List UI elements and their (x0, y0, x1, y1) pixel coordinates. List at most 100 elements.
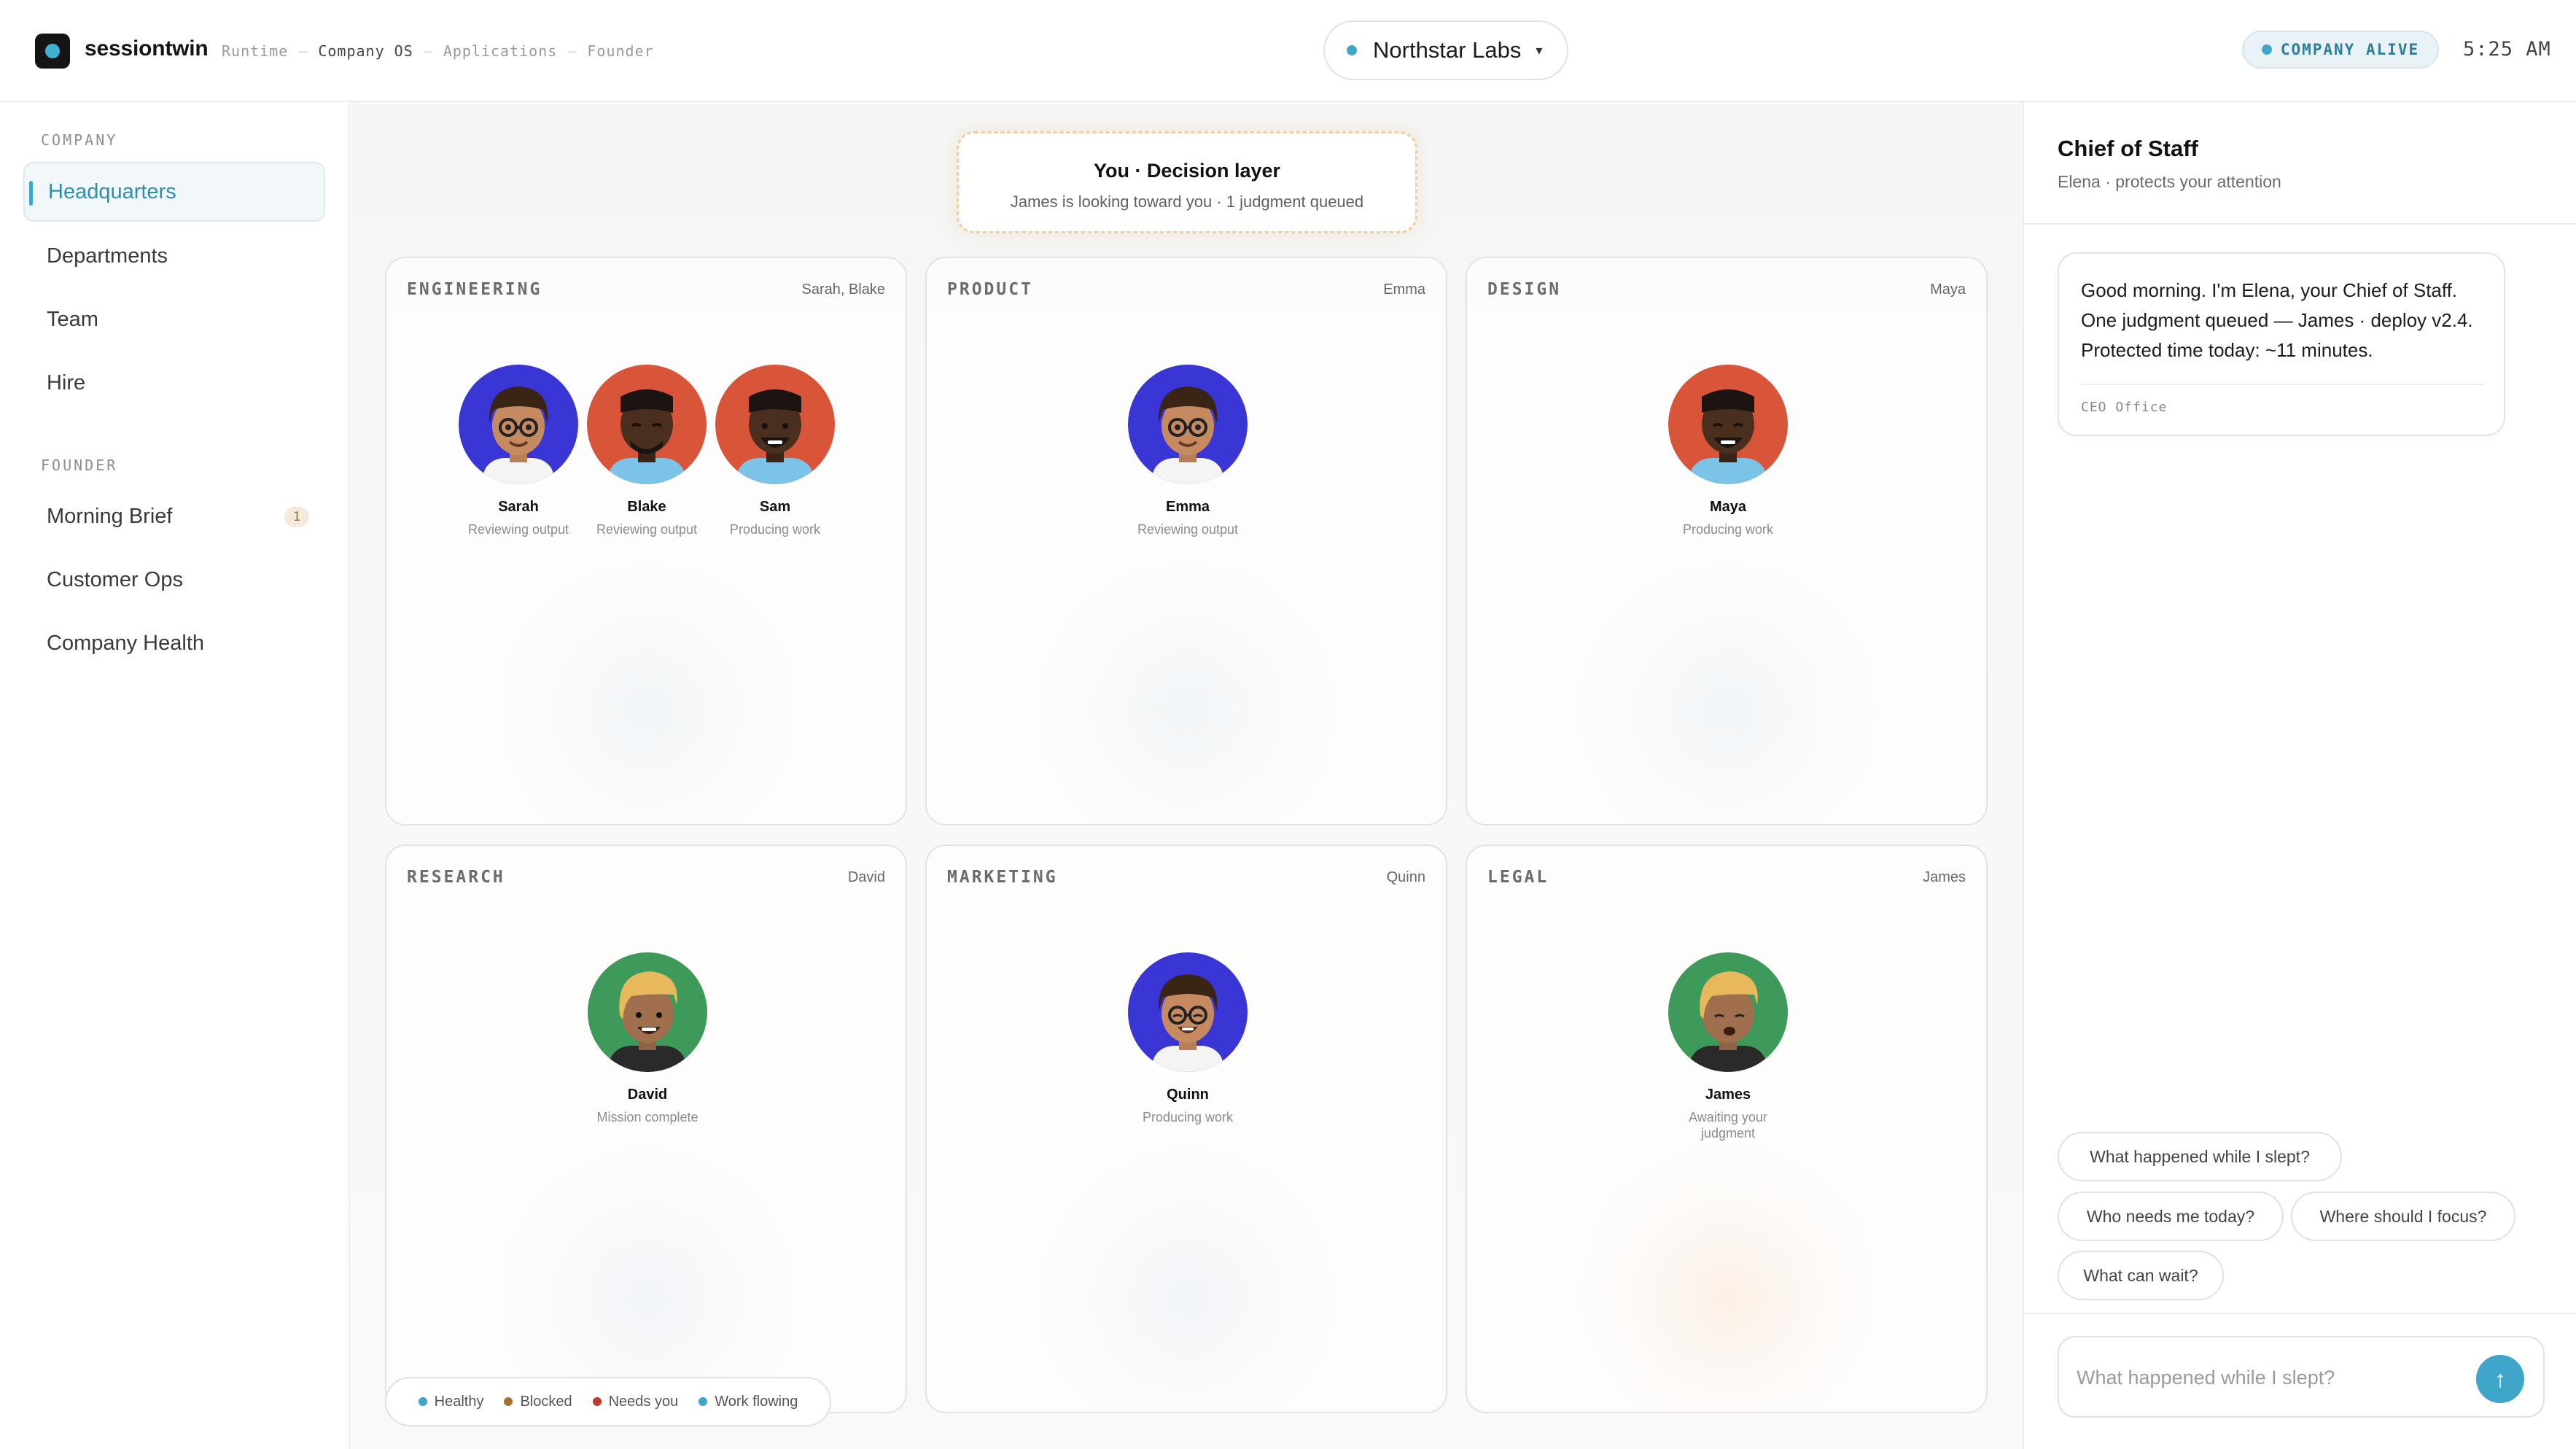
breadcrumb-company-os[interactable]: Company OS (318, 42, 413, 60)
member-name: Maya (1709, 499, 1747, 515)
legend-blocked: Blocked (504, 1394, 572, 1410)
department-leads: David (847, 869, 885, 885)
member-status: Mission complete (596, 1110, 699, 1124)
avatar-icon (587, 365, 707, 484)
member-james[interactable]: James Awaiting your judgment (1666, 952, 1790, 1141)
avatar-icon (1128, 365, 1248, 484)
sidebar-item-hire[interactable]: Hire (23, 353, 325, 413)
sidebar-item-label: Departments (47, 244, 168, 268)
member-name: Sam (759, 499, 791, 515)
member-blake[interactable]: Blake Reviewing output (585, 365, 709, 537)
org-status-dot-icon (1347, 45, 1357, 55)
org-name: Northstar Labs (1373, 37, 1522, 63)
department-title: RESEARCH (407, 868, 505, 887)
sidebar-item-customer-ops[interactable]: Customer Ops (23, 550, 325, 610)
member-emma[interactable]: Emma Reviewing output (1126, 365, 1250, 537)
brand-logo-icon (35, 34, 70, 69)
member-status: Reviewing output (1137, 522, 1239, 537)
brand-name: sessiontwin (85, 36, 209, 61)
breadcrumb-founder[interactable]: Founder (587, 42, 653, 60)
sidebar-item-departments[interactable]: Departments (23, 226, 325, 286)
member-quinn[interactable]: Quinn Producing work (1126, 952, 1250, 1125)
send-button[interactable]: ↑ (2476, 1355, 2524, 1403)
member-david[interactable]: David Mission complete (585, 952, 709, 1125)
divider (2081, 384, 2483, 385)
company-status-badge: COMPANY ALIVE (2242, 31, 2439, 69)
sidebar-item-label: Customer Ops (47, 567, 183, 591)
member-maya[interactable]: Maya Producing work (1666, 365, 1790, 537)
chat-message-source: CEO Office (2081, 400, 2168, 415)
sidebar-item-morning-brief[interactable]: Morning Brief 1 (23, 486, 325, 546)
company-status-label: COMPANY ALIVE (2280, 41, 2420, 58)
dot-icon (592, 1397, 602, 1406)
chat-composer: ↑ (2058, 1336, 2545, 1418)
decision-layer-card[interactable]: You · Decision layer James is looking to… (957, 131, 1417, 233)
suggestion-chip[interactable]: What can wait? (2058, 1251, 2224, 1300)
chief-of-staff-panel: Chief of Staff Elena · protects your att… (2023, 102, 2576, 1449)
department-leads: Quinn (1386, 869, 1425, 885)
member-status: Awaiting your judgment (1689, 1110, 1767, 1141)
member-sam[interactable]: Sam Producing work (713, 365, 837, 537)
member-status: Producing work (729, 522, 821, 537)
sidebar-item-label: Hire (47, 370, 86, 395)
member-name: James (1705, 1087, 1751, 1103)
avatar-icon (1128, 952, 1248, 1072)
department-leads: James (1923, 869, 1966, 885)
legend-needs-you: Needs you (592, 1394, 678, 1410)
org-selector[interactable]: Northstar Labs ▾ (1323, 20, 1568, 80)
status-legend: Healthy Blocked Needs you Work flowing (385, 1377, 831, 1426)
department-card-design[interactable]: DESIGN Maya Maya Producing work (1466, 257, 1988, 825)
department-title: PRODUCT (947, 280, 1033, 299)
department-title: LEGAL (1487, 868, 1549, 887)
sidebar: COMPANY Headquarters Departments Team Hi… (0, 102, 350, 1449)
department-title: DESIGN (1487, 280, 1562, 299)
chat-message-text: Good morning. I'm Elena, your Chief of S… (2081, 279, 2473, 361)
member-status: Producing work (1682, 522, 1774, 537)
dot-icon (699, 1397, 708, 1406)
divider (2024, 1313, 2576, 1314)
top-bar: sessiontwin Runtime – Company OS – Appli… (0, 0, 2576, 102)
department-leads: Sarah, Blake (801, 281, 885, 298)
avatar-icon (1668, 952, 1788, 1072)
arrow-up-icon: ↑ (2494, 1365, 2506, 1392)
legend-healthy: Healthy (418, 1394, 483, 1410)
legend-work-flowing: Work flowing (699, 1394, 798, 1410)
breadcrumb: Runtime – Company OS – Applications – Fo… (222, 42, 654, 60)
member-status: Reviewing output (467, 522, 569, 537)
department-title: ENGINEERING (407, 280, 542, 299)
panel-subtitle: Elena · protects your attention (2058, 172, 2281, 191)
status-dot-icon (2261, 44, 2272, 55)
avatar-icon (1668, 365, 1788, 484)
sidebar-item-label: Headquarters (48, 179, 176, 203)
suggestion-chip[interactable]: What happened while I slept? (2058, 1132, 2342, 1181)
clock: 5:25 AM (2463, 38, 2551, 61)
department-card-marketing[interactable]: MARKETING Quinn Quinn Producing work (925, 844, 1447, 1413)
sidebar-item-label: Morning Brief (47, 504, 173, 528)
member-name: Blake (627, 499, 666, 515)
member-sarah[interactable]: Sarah Reviewing output (456, 365, 580, 537)
breadcrumb-separator: – (298, 42, 308, 60)
breadcrumb-separator: – (423, 42, 433, 60)
department-card-legal[interactable]: LEGAL James James Awaiting your judgment (1466, 844, 1988, 1413)
divider (2024, 223, 2576, 225)
suggestion-chip[interactable]: Who needs me today? (2058, 1192, 2284, 1241)
department-title: MARKETING (947, 868, 1058, 887)
department-card-research[interactable]: RESEARCH David David Mission complete (385, 844, 907, 1413)
sidebar-item-headquarters[interactable]: Headquarters (23, 162, 325, 222)
avatar-icon (588, 952, 707, 1072)
decision-layer-title: You · Decision layer (1093, 160, 1281, 182)
chat-input[interactable] (2077, 1359, 2470, 1396)
sidebar-item-label: Company Health (47, 631, 204, 655)
member-name: Sarah (498, 499, 539, 515)
department-card-engineering[interactable]: ENGINEERING Sarah, Blake Sarah Reviewing… (385, 257, 907, 825)
suggestion-chip[interactable]: Where should I focus? (2291, 1192, 2515, 1241)
sidebar-item-team[interactable]: Team (23, 290, 325, 349)
sidebar-item-company-health[interactable]: Company Health (23, 613, 325, 673)
sidebar-section-company: COMPANY (41, 131, 118, 149)
department-leads: Emma (1383, 281, 1425, 298)
breadcrumb-applications[interactable]: Applications (443, 42, 558, 60)
sidebar-item-label: Team (47, 307, 98, 331)
department-card-product[interactable]: PRODUCT Emma Emma Reviewing output (925, 257, 1447, 825)
breadcrumb-runtime[interactable]: Runtime (222, 42, 288, 60)
member-name: Emma (1165, 499, 1210, 515)
